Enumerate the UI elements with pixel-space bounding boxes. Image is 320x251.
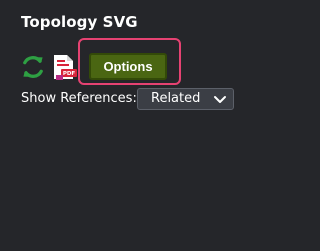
pdf-badge-text: PDF [63, 71, 76, 77]
refresh-icon[interactable] [20, 54, 46, 80]
references-select[interactable]: Related [137, 88, 234, 110]
chevron-down-icon [213, 94, 227, 104]
pdf-export-icon[interactable]: PDF [51, 54, 77, 81]
show-references-label: Show References: [21, 91, 137, 106]
options-button[interactable]: Options [89, 53, 167, 80]
topology-svg-panel: Topology SVG PDF Options Show References… [0, 0, 298, 251]
references-selected-value: Related [151, 91, 201, 106]
panel-title: Topology SVG [21, 13, 138, 31]
